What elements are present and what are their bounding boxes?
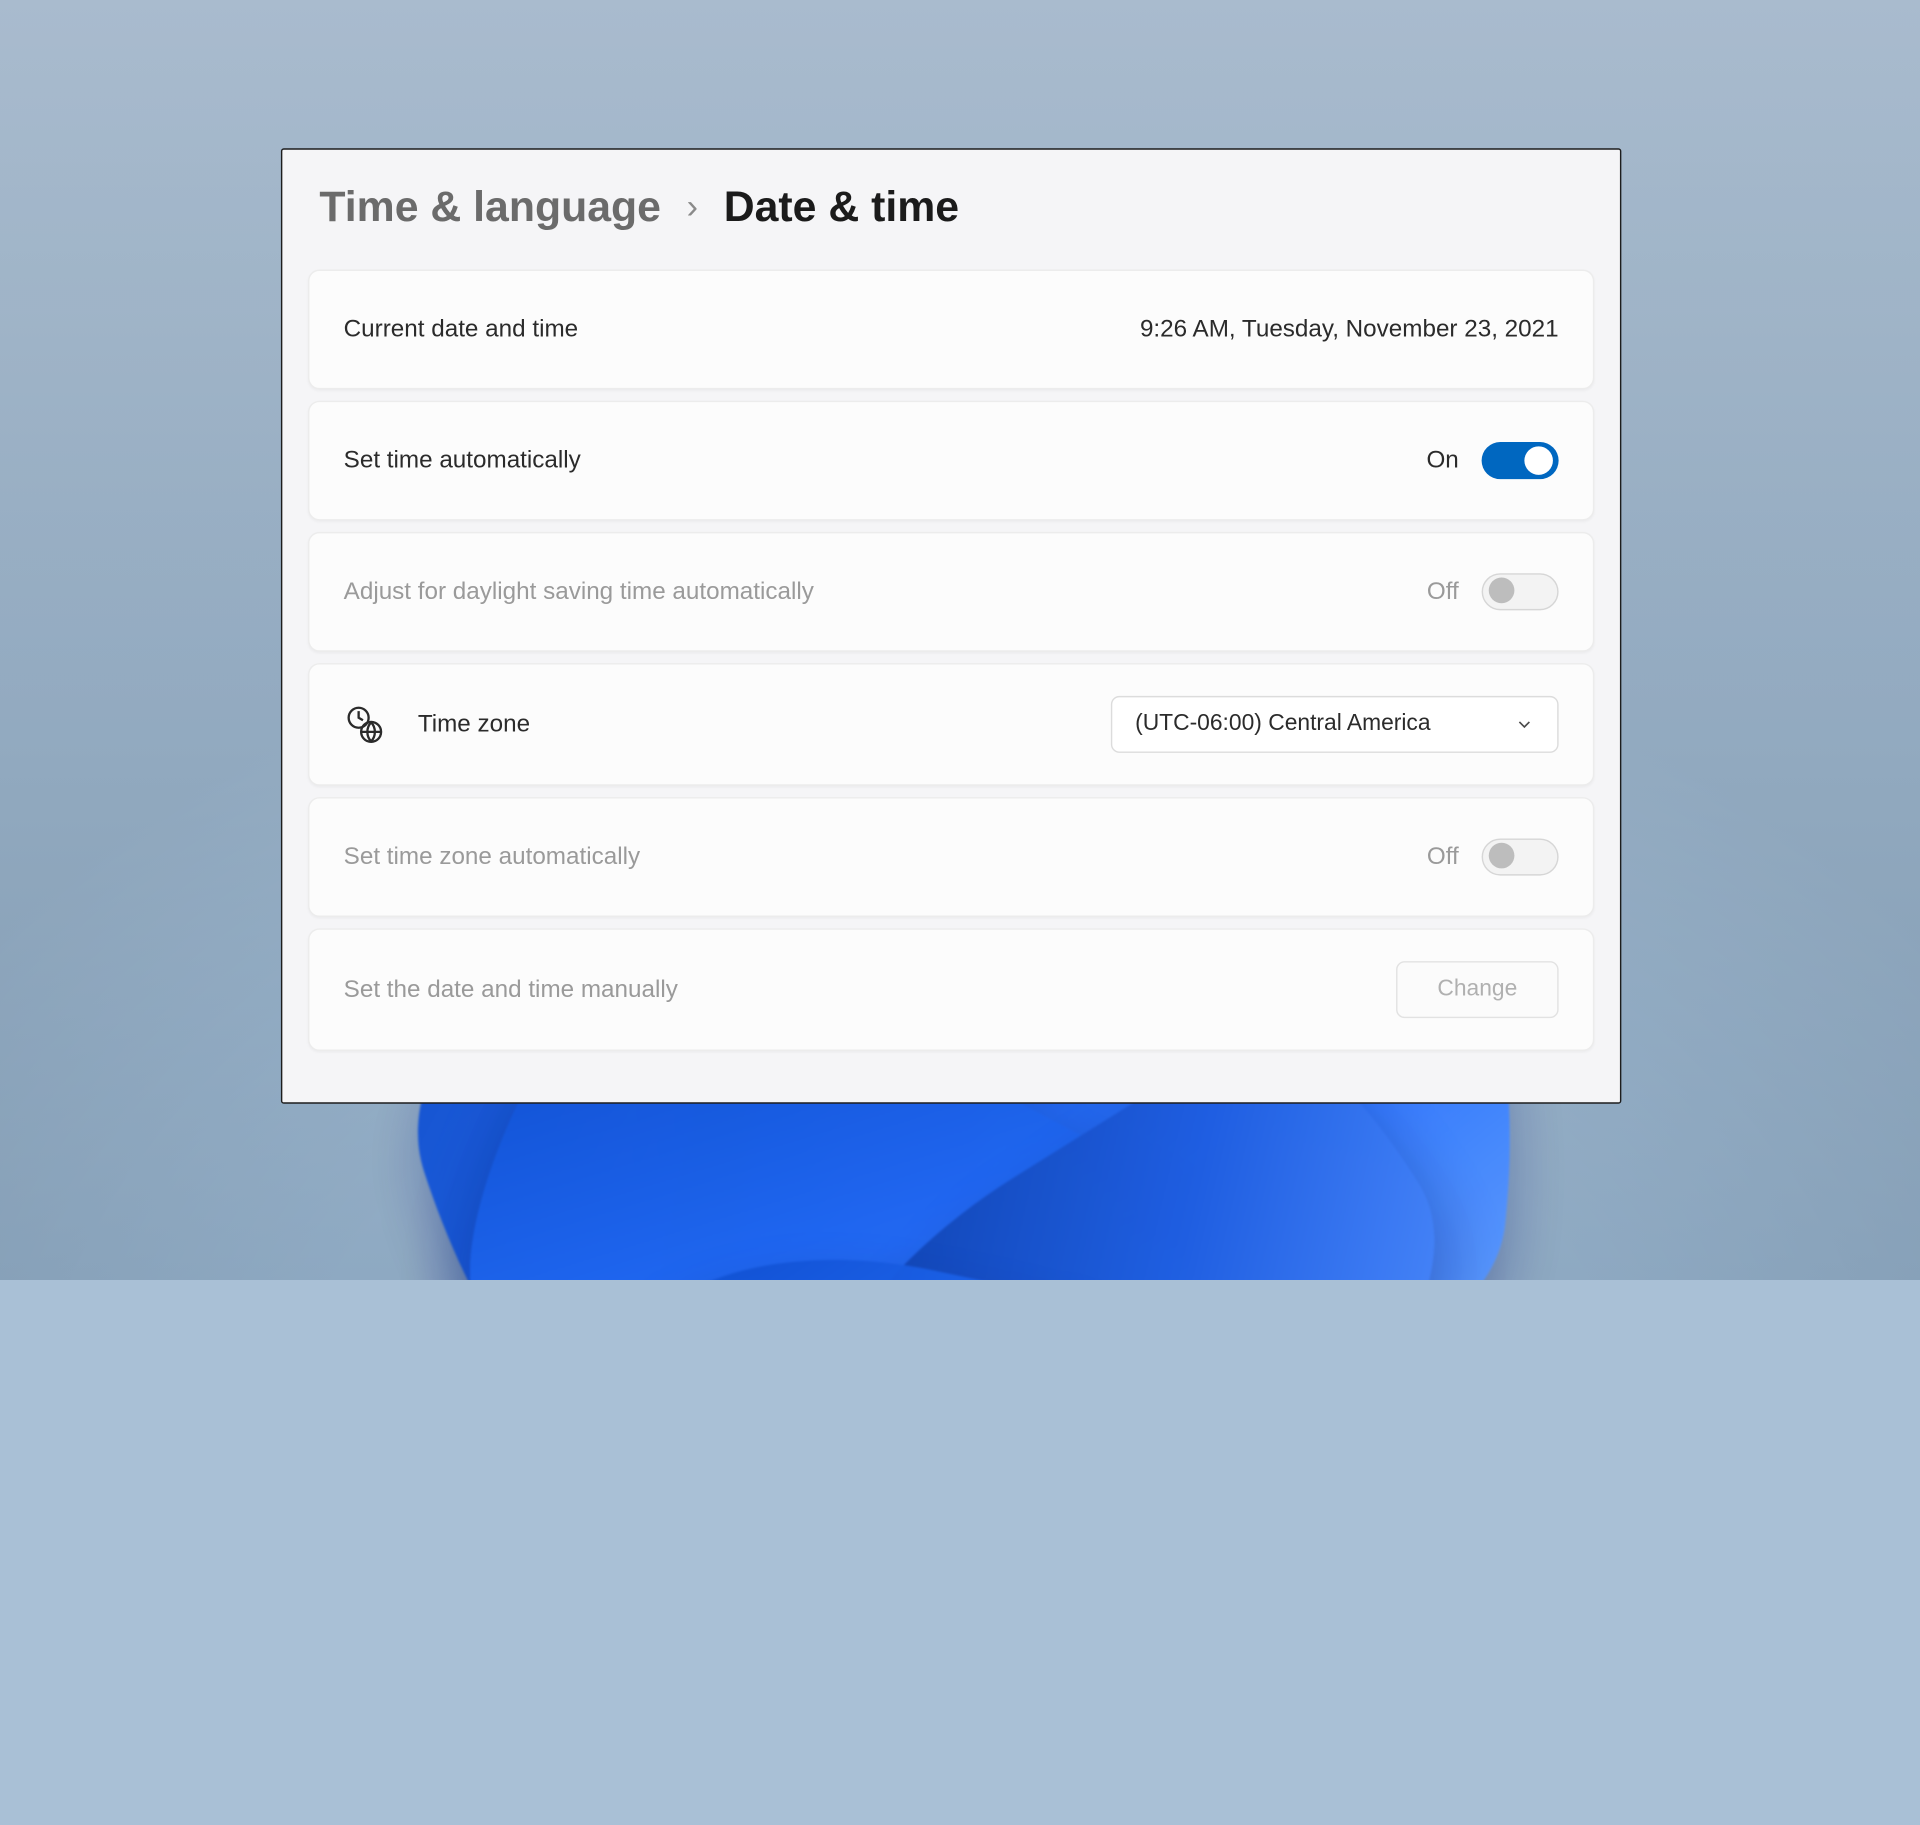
- row-daylight-saving: Adjust for daylight saving time automati…: [308, 532, 1594, 652]
- current-date-time-value: 9:26 AM, Tuesday, November 23, 2021: [1140, 315, 1559, 344]
- current-date-time-label: Current date and time: [344, 315, 578, 344]
- time-zone-dropdown[interactable]: (UTC-06:00) Central America: [1111, 696, 1559, 753]
- chevron-right-icon: ›: [687, 188, 698, 228]
- row-current-date-time: Current date and time 9:26 AM, Tuesday, …: [308, 270, 1594, 390]
- set-time-automatically-toggle[interactable]: [1482, 442, 1559, 479]
- set-time-zone-automatically-label: Set time zone automatically: [344, 843, 640, 872]
- breadcrumb: Time & language › Date & time: [282, 150, 1620, 270]
- row-set-time-zone-automatically: Set time zone automatically Off: [308, 797, 1594, 917]
- set-date-time-manually-label: Set the date and time manually: [344, 975, 678, 1004]
- clock-globe-icon: [344, 704, 384, 744]
- row-time-zone: Time zone (UTC-06:00) Central America: [308, 663, 1594, 786]
- change-date-time-button: Change: [1396, 961, 1559, 1018]
- set-time-zone-automatically-toggle: [1482, 838, 1559, 875]
- time-zone-label: Time zone: [418, 710, 530, 739]
- row-set-time-automatically: Set time automatically On: [308, 401, 1594, 521]
- daylight-saving-label: Adjust for daylight saving time automati…: [344, 578, 814, 607]
- row-set-date-time-manually: Set the date and time manually Change: [308, 928, 1594, 1051]
- set-time-automatically-label: Set time automatically: [344, 446, 581, 475]
- set-time-zone-automatically-state: Off: [1427, 843, 1459, 872]
- breadcrumb-parent[interactable]: Time & language: [319, 184, 661, 232]
- chevron-down-icon: [1514, 714, 1534, 734]
- set-time-automatically-state: On: [1426, 446, 1458, 475]
- time-zone-selected-value: (UTC-06:00) Central America: [1135, 712, 1430, 738]
- settings-window: Time & language › Date & time Current da…: [281, 148, 1621, 1103]
- daylight-saving-toggle: [1482, 573, 1559, 610]
- page-title: Date & time: [724, 184, 959, 232]
- daylight-saving-state: Off: [1427, 578, 1459, 607]
- settings-panel-list: Current date and time 9:26 AM, Tuesday, …: [282, 270, 1620, 1077]
